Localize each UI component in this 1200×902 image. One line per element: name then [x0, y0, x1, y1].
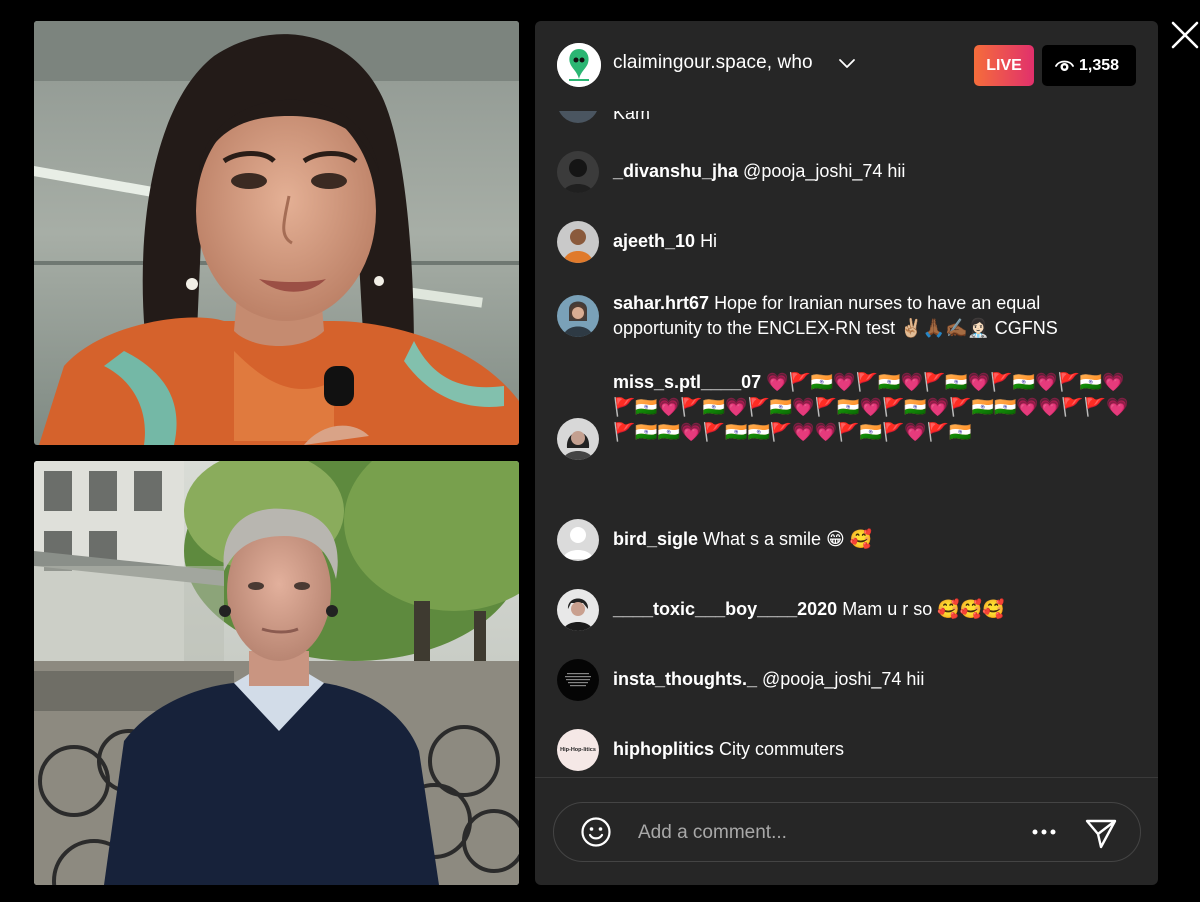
- send-icon: [1085, 819, 1117, 849]
- live-badge: LIVE: [974, 45, 1034, 86]
- comment-avatar: [557, 111, 599, 123]
- avatar-image: [557, 151, 599, 193]
- comment-text-partial: Kam: [613, 111, 651, 123]
- avatar-image: [557, 221, 599, 263]
- default-avatar-icon: [557, 519, 599, 561]
- comment-message: What s a smile 😁 🥰: [703, 529, 873, 549]
- comment-text: bird_sigle What s a smile 😁 🥰: [613, 527, 1133, 552]
- comment-avatar[interactable]: [557, 221, 599, 263]
- host-avatar[interactable]: [557, 43, 601, 87]
- guest-video-image: [34, 461, 519, 885]
- comment-avatar[interactable]: [557, 418, 599, 460]
- comment-avatar[interactable]: [557, 295, 599, 337]
- comment-text: ____toxic___boy____2020 Mam u r so 🥰🥰🥰: [613, 597, 1133, 622]
- comment-message: Mam u r so 🥰🥰🥰: [842, 599, 1005, 619]
- chevron-down-icon[interactable]: [838, 57, 856, 71]
- close-icon: [1171, 21, 1199, 49]
- avatar-image: [557, 589, 599, 631]
- comment-avatar[interactable]: [557, 659, 599, 701]
- comment-text: hiphoplitics City commuters: [613, 737, 1133, 762]
- comment-message: City commuters: [719, 739, 845, 759]
- live-chat-panel: claimingour.space, who LIVE 1,358 Kam _d…: [535, 21, 1158, 885]
- comment-username[interactable]: insta_thoughts._: [613, 669, 757, 689]
- avatar-image: [557, 659, 599, 701]
- emoji-icon: [581, 817, 611, 847]
- comment-username[interactable]: bird_sigle: [613, 529, 698, 549]
- host-avatar-image: [557, 43, 601, 87]
- comment-text: insta_thoughts._ @pooja_joshi_74 hii: [613, 667, 1133, 692]
- comment-username[interactable]: sahar.hrt67: [613, 293, 709, 313]
- comment-message: @pooja_joshi_74 hii: [762, 669, 925, 689]
- video-feed-host: [34, 21, 519, 445]
- comment-avatar[interactable]: [557, 589, 599, 631]
- comment-text: sahar.hrt67 Hope for Iranian nurses to ha…: [613, 291, 1133, 341]
- comment-avatar[interactable]: Hip-Hop-litics: [557, 729, 599, 771]
- more-options-button[interactable]: [1031, 821, 1057, 843]
- comment-input[interactable]: [638, 819, 1018, 847]
- viewer-count: 1,358: [1079, 57, 1120, 74]
- comment-username[interactable]: miss_s.ptl____07: [613, 372, 761, 392]
- video-feed-guest: [34, 461, 519, 885]
- viewer-count-badge[interactable]: 1,358: [1042, 45, 1136, 86]
- live-header: claimingour.space, who LIVE 1,358: [535, 21, 1158, 111]
- avatar-logo-text: Hip-Hop-litics: [560, 747, 596, 753]
- more-icon: [1032, 829, 1056, 835]
- comment-message: @pooja_joshi_74 hii: [743, 161, 906, 181]
- host-video-image: [34, 21, 519, 445]
- avatar-image: [557, 295, 599, 337]
- comment-avatar[interactable]: [557, 151, 599, 193]
- comment-text: ajeeth_10 Hi: [613, 229, 1133, 254]
- chevron-down-icon-glyph: [839, 59, 855, 68]
- comment-message: Hi: [700, 231, 718, 251]
- close-button[interactable]: [1168, 18, 1200, 52]
- comment-text: miss_s.ptl____07 💗🚩🇮🇳💗🚩🇮🇳💗🚩🇮🇳💗🚩🇮🇳💗🚩🇮🇳💗🚩🇮🇳…: [613, 370, 1133, 445]
- host-username[interactable]: claimingour.space, who: [613, 52, 813, 74]
- comment-username[interactable]: hiphoplitics: [613, 739, 714, 759]
- comment-username[interactable]: _divanshu_jha: [613, 161, 738, 181]
- divider: [535, 777, 1158, 778]
- comment-username[interactable]: ____toxic___boy____2020: [613, 599, 837, 619]
- send-button[interactable]: [1084, 816, 1118, 850]
- comment-list[interactable]: Kam _divanshu_jha @pooja_joshi_74 hii aj…: [535, 111, 1158, 776]
- comment-input-bar: [553, 802, 1141, 862]
- eye-icon: [1055, 60, 1074, 71]
- comment-avatar[interactable]: [557, 519, 599, 561]
- emoji-button[interactable]: [580, 816, 612, 848]
- comment-text: _divanshu_jha @pooja_joshi_74 hii: [613, 159, 1133, 184]
- comment-username[interactable]: ajeeth_10: [613, 231, 695, 251]
- avatar-image: [557, 418, 599, 460]
